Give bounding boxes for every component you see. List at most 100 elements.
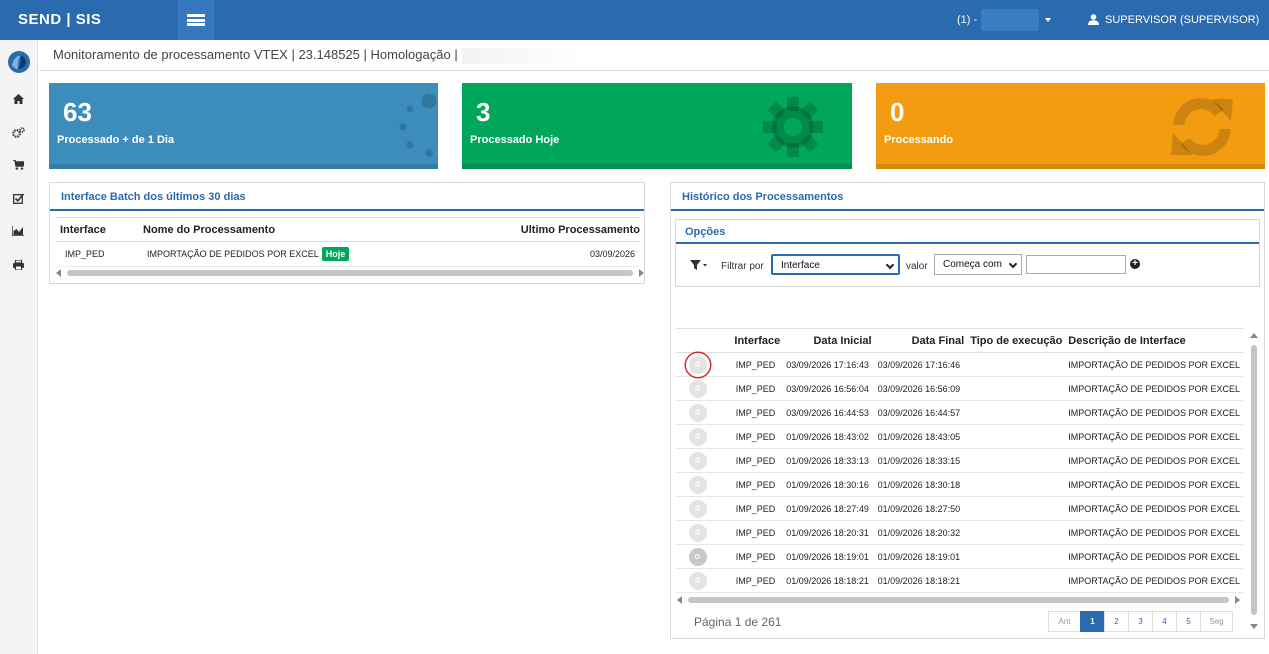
cell-action [676,520,713,545]
horizontal-scrollbar[interactable] [55,268,645,277]
cell-description: IMPORTAÇÃO DE PEDIDOS POR EXCEL [1065,544,1243,569]
pagination-page[interactable]: 3 [1128,611,1153,632]
zoom-details-icon[interactable] [689,451,707,470]
filter-icon[interactable] [690,260,708,270]
cell-description: IMPORTAÇÃO DE PEDIDOS POR EXCEL [1065,424,1243,449]
pagination-page[interactable]: 1 [1080,611,1105,632]
vertical-scrollbar[interactable] [1249,333,1259,629]
cell-end-date: 03/09/2026 16:44:57 [874,400,968,425]
tile-label: Processado Hoje [470,134,560,146]
pagination-next[interactable]: Seg [1200,611,1233,632]
tile-value: 3 [476,97,491,127]
chevron-down-icon [885,260,895,270]
table-row[interactable]: IMP_PED 01/09/2026 18:18:21 01/09/2026 18:… [676,568,1243,593]
cell-start-date: 03/09/2026 16:56:04 [783,376,875,401]
horizontal-scrollbar[interactable] [676,595,1241,604]
table-row[interactable]: IMP_PED 01/09/2026 18:30:16 01/09/2026 18:… [676,472,1243,497]
sidebar-item-print[interactable] [9,258,27,272]
tile-value: 63 [63,97,92,127]
scroll-thumb[interactable] [1251,345,1257,615]
home-icon [12,94,24,104]
scroll-left-icon[interactable] [677,596,682,604]
zoom-details-icon[interactable] [689,571,707,590]
table-row[interactable]: IMP_PED 03/09/2026 17:16:43 03/09/2026 17:… [676,352,1243,377]
tile-processed-over-1-day[interactable]: 63 Processado + de 1 Dia [49,83,438,169]
history-table: Interface Data Inicial Data Final Tipo d… [676,328,1243,593]
scroll-thumb[interactable] [67,270,633,276]
options-panel: Opções Filtrar por Interface valor Começ… [675,219,1260,287]
pagination-page[interactable]: 5 [1176,611,1201,632]
cell-description: IMPORTAÇÃO DE PEDIDOS POR EXCEL [1065,448,1243,473]
column-header[interactable]: Tipo de execução [967,328,1066,353]
column-header[interactable]: Interface [712,328,784,353]
cell-start-date: 01/09/2026 18:33:13 [783,448,875,473]
cell-end-date: 03/09/2026 16:56:09 [874,376,968,401]
zoom-details-icon[interactable] [689,355,707,374]
sidebar-item-settings[interactable] [9,125,27,139]
tenant-dropdown[interactable]: (1) - [957,0,1052,40]
cell-interface: IMP_PED [712,400,784,425]
pagination-page[interactable]: 4 [1152,611,1177,632]
sidebar-item-reports[interactable] [9,224,27,238]
cell-start-date: 01/09/2026 18:30:16 [783,472,875,497]
table-row[interactable]: IMP_PED 01/09/2026 18:27:49 01/09/2026 18:… [676,496,1243,521]
zoom-details-icon[interactable] [689,475,707,494]
cell-description: IMPORTAÇÃO DE PEDIDOS POR EXCEL [1065,400,1243,425]
column-header[interactable]: Descrição de Interface [1065,328,1243,353]
history-panel: Histórico dos Processamentos Opções Filt… [670,182,1265,639]
cell-execution-type [967,352,1066,377]
table-row[interactable]: IMP_PED 03/09/2026 16:44:53 03/09/2026 16:… [676,400,1243,425]
add-filter-icon[interactable]: + [1130,259,1140,269]
zoom-details-icon[interactable] [689,379,707,398]
filter-value-input[interactable] [1026,255,1126,274]
column-header[interactable]: Data Inicial [783,328,875,353]
zoom-details-icon[interactable] [689,499,707,518]
pagination-prev[interactable]: Ant [1048,611,1081,632]
table-row[interactable]: IMP_PED 01/09/2026 18:33:13 01/09/2026 18:… [676,448,1243,473]
column-header[interactable]: Interface [55,217,138,242]
cell-name: IMPORTAÇÃO DE PEDIDOS POR EXCEL Hoje [138,241,457,267]
cell-interface: IMP_PED [712,544,784,569]
options-title[interactable]: Opções [676,220,1259,244]
zoom-details-icon[interactable] [689,427,707,446]
scroll-thumb[interactable] [688,597,1229,603]
column-header[interactable]: Nome do Processamento [138,217,457,242]
sidebar-item-tasks[interactable] [9,191,27,205]
column-header[interactable]: Ultimo Processamento [456,217,640,242]
left-sidebar [0,40,38,654]
zoom-details-icon[interactable] [689,547,707,566]
table-row[interactable]: IMP_PED IMPORTAÇÃO DE PEDIDOS POR EXCEL H… [55,241,640,267]
sidebar-item-home[interactable] [9,92,27,106]
cell-start-date: 03/09/2026 16:44:53 [783,400,875,425]
filter-label: Filtrar por [721,261,764,272]
filter-field-select[interactable]: Interface [771,254,900,275]
scroll-down-icon[interactable] [1250,624,1258,629]
tile-processing[interactable]: 0 Processando [876,83,1265,169]
table-row[interactable]: IMP_PED 03/09/2026 16:56:04 03/09/2026 16:… [676,376,1243,401]
cell-start-date: 01/09/2026 18:20:31 [783,520,875,545]
cell-interface: IMP_PED [712,352,784,377]
tenant-label: (1) - [957,14,978,26]
user-menu[interactable]: SUPERVISOR (SUPERVISOR) [1088,0,1269,63]
cell-execution-type [967,376,1066,401]
sidebar-item-orders[interactable] [9,158,27,172]
brand-logo[interactable]: SEND | SIS [0,0,178,40]
table-row[interactable]: IMP_PED 01/09/2026 18:19:01 01/09/2026 18:… [676,544,1243,569]
scroll-left-icon[interactable] [56,269,61,277]
tile-processed-today[interactable]: 3 Processado Hoje [462,83,852,169]
zoom-details-icon[interactable] [689,523,707,542]
cell-last-processing: 03/09/2026 [456,241,640,267]
cell-execution-type [967,544,1066,569]
match-mode-select[interactable]: Começa com [934,254,1022,275]
scroll-right-icon[interactable] [639,269,644,277]
zoom-details-icon[interactable] [689,403,707,422]
table-row[interactable]: IMP_PED 01/09/2026 18:43:02 01/09/2026 18:… [676,424,1243,449]
scroll-up-icon[interactable] [1250,333,1258,338]
menu-toggle-button[interactable] [178,0,214,40]
table-row[interactable]: IMP_PED 01/09/2026 18:20:31 01/09/2026 18:… [676,520,1243,545]
process-name: IMPORTAÇÃO DE PEDIDOS POR EXCEL [147,249,319,259]
column-header[interactable]: Data Final [874,328,968,353]
pagination-page[interactable]: 2 [1104,611,1129,632]
scroll-right-icon[interactable] [1235,596,1240,604]
user-label: SUPERVISOR (SUPERVISOR) [1105,14,1260,26]
